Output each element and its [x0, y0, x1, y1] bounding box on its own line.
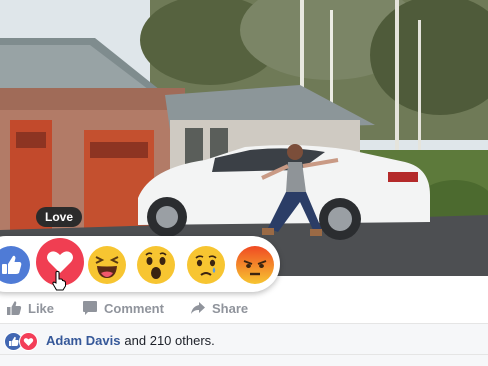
like-reaction-icon: [0, 246, 30, 284]
angry-reaction-icon: [236, 246, 274, 284]
video-scene-illustration: [0, 0, 488, 276]
reaction-like-button[interactable]: [0, 246, 30, 284]
reactor-name-link[interactable]: Adam Davis: [46, 333, 120, 348]
share-action-label: Share: [212, 300, 249, 316]
summary-love-icon: [19, 332, 38, 351]
wow-reaction-icon: [137, 246, 175, 284]
reaction-wow-button[interactable]: [137, 246, 175, 284]
comment-bubble-icon: [83, 301, 97, 315]
comment-action-button[interactable]: Comment: [82, 294, 164, 322]
like-action-button[interactable]: Like: [6, 294, 54, 322]
sad-reaction-icon: [187, 246, 225, 284]
post-action-bar: Like Comment Share: [0, 292, 488, 324]
share-arrow-icon: [191, 302, 205, 314]
summary-bottom-divider: [0, 354, 488, 355]
reaction-summary: Adam Davis and 210 others.: [0, 324, 488, 366]
video-frame[interactable]: [0, 0, 488, 276]
haha-reaction-icon: [88, 246, 126, 284]
hand-cursor-icon: [52, 271, 66, 291]
comment-action-label: Comment: [104, 300, 164, 316]
reactor-others-text[interactable]: and 210 others.: [124, 333, 214, 348]
reaction-sad-button[interactable]: [187, 246, 225, 284]
share-action-button[interactable]: Share: [190, 294, 248, 322]
reaction-summary-text: Adam Davis and 210 others.: [46, 333, 215, 348]
reaction-tooltip: Love: [36, 207, 82, 227]
thumbs-up-icon: [7, 301, 22, 315]
reaction-angry-button[interactable]: [236, 246, 274, 284]
like-action-label: Like: [28, 300, 55, 316]
reaction-haha-button[interactable]: [88, 246, 126, 284]
